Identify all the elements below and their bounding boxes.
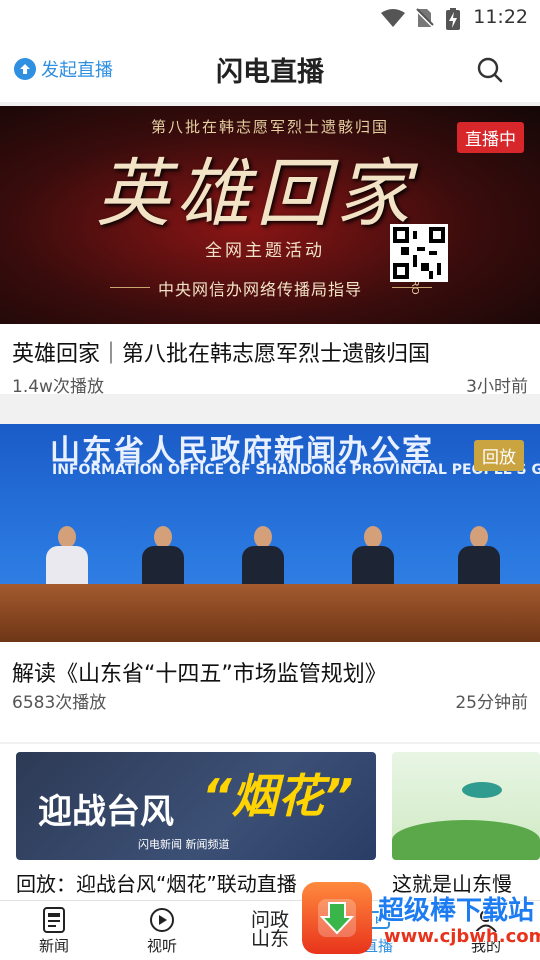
grass-illustration: [392, 820, 540, 860]
card-title: 英雄回家｜第八批在韩志愿军烈士遗骸归国: [12, 342, 431, 367]
download-site-logo-icon: [302, 882, 372, 954]
thumb-banner-en: INFORMATION OFFICE OF SHANDONG PROVINCIA…: [52, 462, 540, 478]
live-card-press[interactable]: 山东省人民政府新闻办公室 INFORMATION OFFICE OF SHAND…: [0, 424, 540, 742]
speaker-figure: [240, 526, 286, 588]
mini-card-title[interactable]: 回放：迎战台风“烟花”联动直播: [16, 868, 297, 897]
mini-thumb-text: 迎战台风: [38, 792, 174, 832]
go-live-label: 发起直播: [41, 60, 113, 81]
mini-thumb-logos: 闪电新闻 新闻频道: [138, 838, 230, 851]
play-circle-icon: [150, 908, 174, 932]
app-header: 发起直播 闪电直播: [0, 36, 540, 102]
thumb-headline: 英雄回家: [96, 151, 416, 237]
live-badge: 直播中: [457, 122, 524, 153]
search-icon[interactable]: [476, 56, 504, 84]
time-ago: 3小时前: [466, 377, 528, 397]
news-icon: [43, 907, 65, 933]
battery-charging-icon: [446, 8, 460, 30]
mini-card-thumbnail[interactable]: 迎战台风 “烟花” 闪电新闻 新闻频道: [16, 752, 376, 860]
speaker-figure: [140, 526, 186, 588]
time-ago: 25分钟前: [455, 693, 528, 713]
live-card-hero[interactable]: 第八批在韩志愿军烈士遗骸归国 英雄回家 HERO 全网主题活动 中央网信办网络传…: [0, 106, 540, 397]
tab-video[interactable]: 视听: [122, 907, 202, 956]
speaker-figure: [350, 526, 396, 588]
horizontal-card-list[interactable]: 迎战台风 “烟花” 闪电新闻 新闻频道 回放：迎战台风“烟花”联动直播 这就是山…: [0, 744, 540, 900]
bird-illustration: [462, 782, 502, 798]
live-thumbnail: 第八批在韩志愿军烈士遗骸归国 英雄回家 HERO 全网主题活动 中央网信办网络传…: [0, 106, 540, 324]
wifi-icon: [381, 9, 405, 27]
thumb-activity: 全网主题活动: [205, 241, 325, 261]
divider: [392, 287, 432, 288]
no-sim-icon: [415, 8, 434, 28]
qr-code-icon: [390, 224, 448, 282]
view-count: 1.4w次播放: [12, 377, 104, 397]
status-bar: 11:22: [0, 0, 540, 36]
mini-thumb-text: “烟花”: [202, 769, 354, 823]
status-time: 11:22: [473, 6, 528, 28]
wenzheng-logo: 问政山东: [250, 909, 289, 950]
conference-desk: [0, 584, 540, 642]
replay-thumbnail: 山东省人民政府新闻办公室 INFORMATION OFFICE OF SHAND…: [0, 424, 540, 642]
go-live-button[interactable]: 发起直播: [14, 56, 113, 82]
upload-arrow-icon: [14, 58, 36, 80]
card-title: 解读《山东省“十四五”市场监管规划》: [12, 662, 387, 687]
watermark-name: 超级棒下载站: [378, 896, 535, 926]
speaker-figure: [456, 526, 502, 588]
tab-news[interactable]: 新闻: [14, 907, 94, 956]
watermark-url: www.cjbwh.com: [384, 926, 540, 947]
speaker-figure: [44, 526, 90, 588]
thumb-guidance: 中央网信办网络传播局指导: [158, 280, 363, 299]
divider: [110, 287, 150, 288]
tab-wenzheng[interactable]: 问政山东: [230, 911, 310, 949]
mini-card-thumbnail[interactable]: [392, 752, 540, 860]
view-count: 6583次播放: [12, 693, 107, 713]
watermark: 超级棒下载站 www.cjbwh.com: [302, 878, 540, 960]
tab-label: 视听: [146, 937, 177, 955]
replay-badge: 回放: [474, 440, 524, 471]
tab-label: 新闻: [38, 937, 69, 955]
